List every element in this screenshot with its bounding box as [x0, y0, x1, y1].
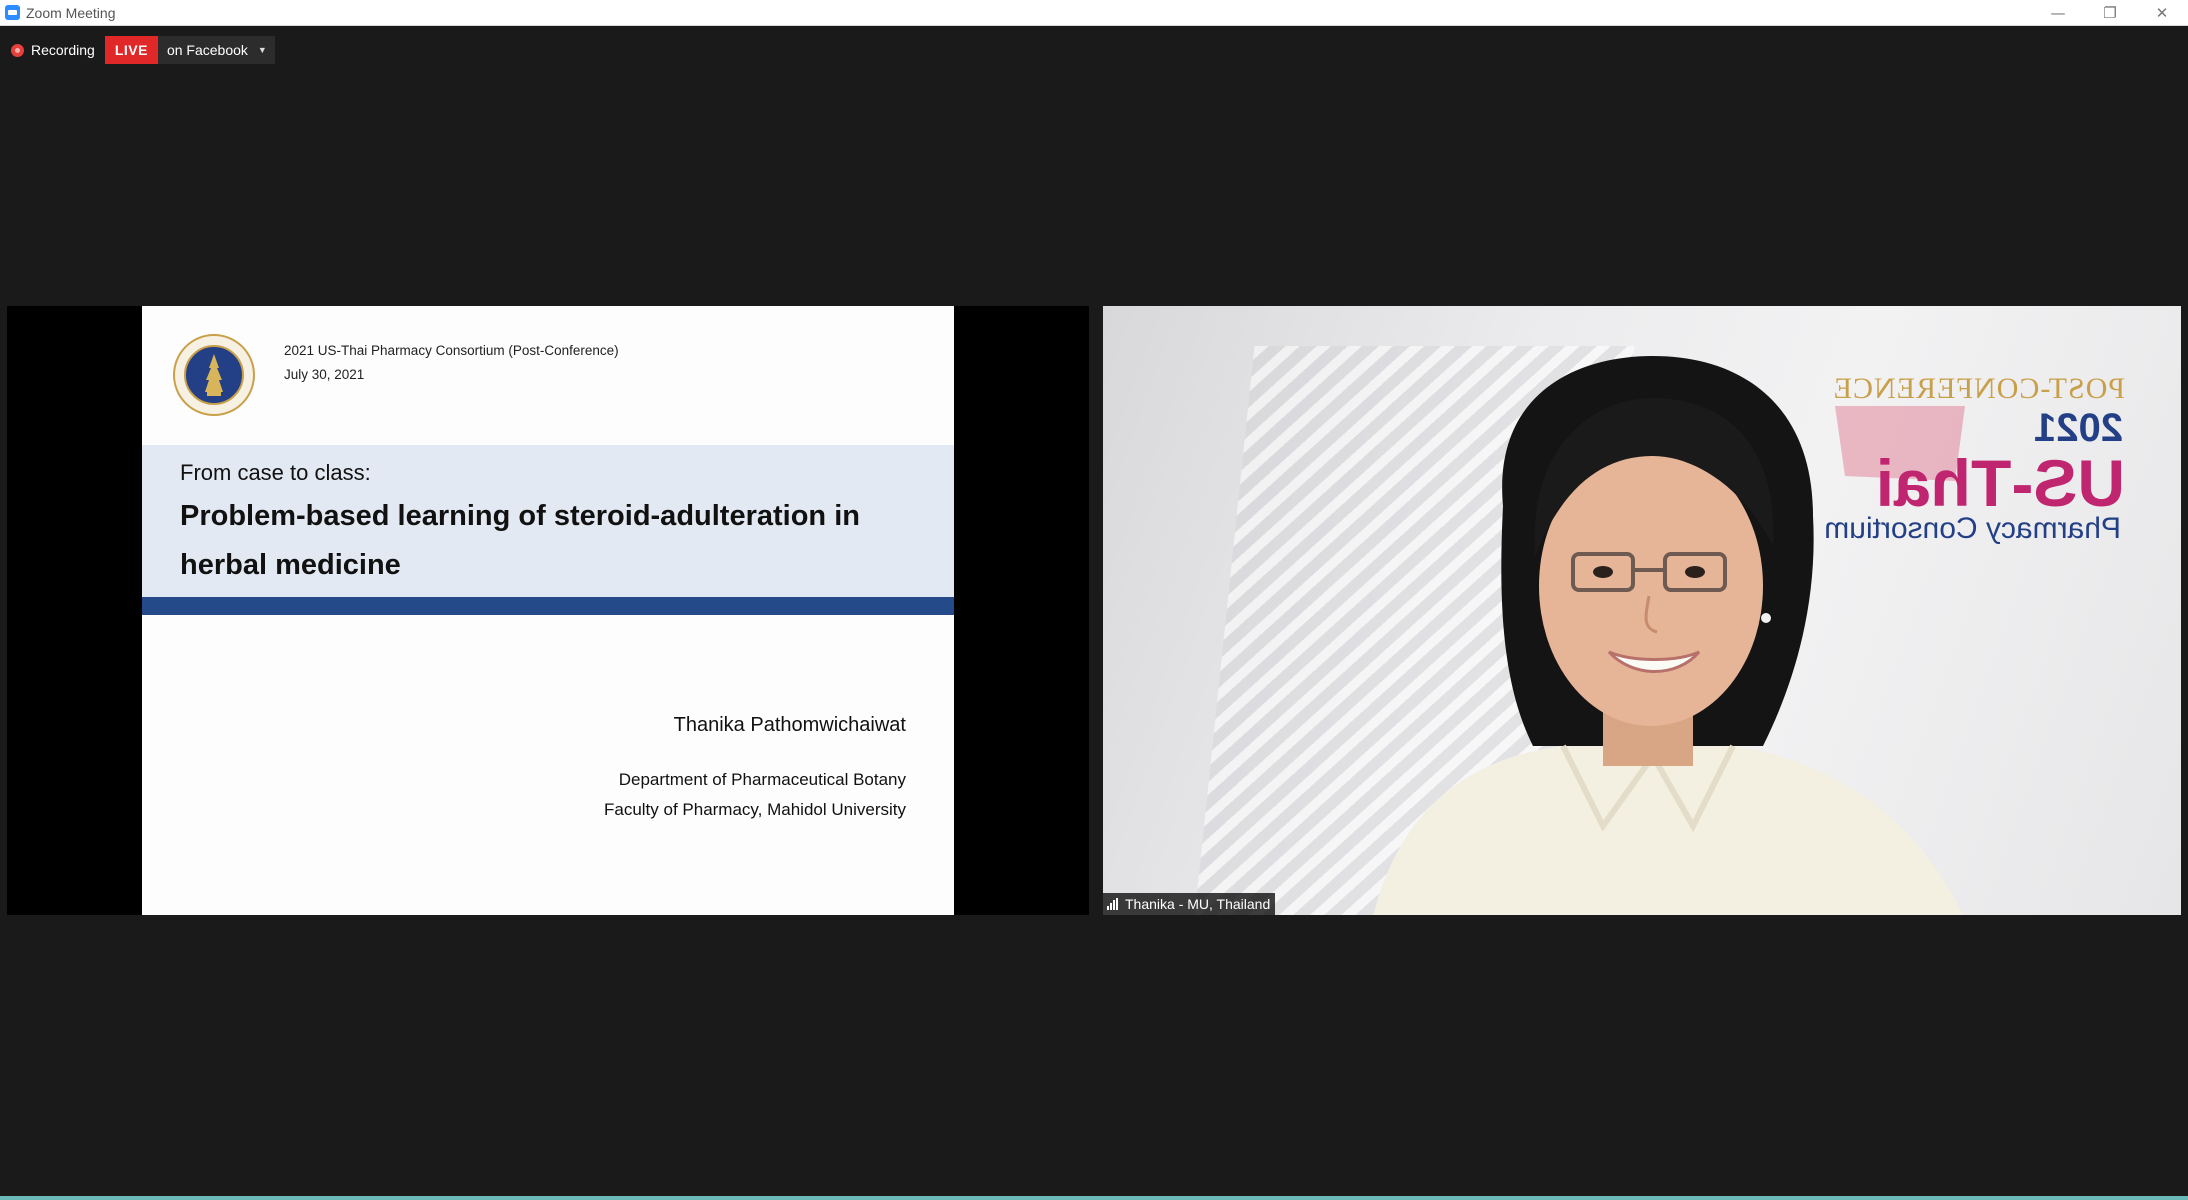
shared-screen-tile[interactable]: 2021 US-Thai Pharmacy Consortium (Post-C… [7, 306, 1089, 915]
title-divider [142, 597, 954, 615]
recording-dot-icon [11, 43, 24, 57]
slide-title-line: Problem-based learning of steroid-adulte… [180, 500, 860, 532]
participant-name-tag: Thanika - MU, Thailand [1103, 893, 1276, 915]
meeting-status-bar: Recording LIVE on Facebook ▼ [11, 36, 275, 64]
participant-name: Thanika - MU, Thailand [1125, 896, 1271, 912]
close-button[interactable]: ✕ [2136, 0, 2188, 25]
live-destination-dropdown[interactable]: on Facebook ▼ [157, 36, 275, 64]
slide-title: Problem-based learning of steroid-adulte… [180, 492, 920, 590]
slide-title-line: herbal medicine [180, 549, 401, 581]
presentation-slide: 2021 US-Thai Pharmacy Consortium (Post-C… [142, 306, 954, 915]
conference-name: 2021 US-Thai Pharmacy Consortium (Post-C… [284, 343, 619, 358]
window-bottom-accent [0, 1196, 2188, 1200]
slide-kicker: From case to class: [180, 460, 371, 485]
window-titlebar: Zoom Meeting — ❐ ✕ [0, 0, 2188, 26]
restore-button[interactable]: ❐ [2084, 0, 2136, 25]
recording-indicator[interactable]: Recording [11, 36, 95, 64]
presenter-name: Thanika Pathomwichaiwat [673, 714, 906, 736]
connection-signal-icon [1107, 898, 1119, 910]
presenter-department: Department of Pharmaceutical Botany [618, 770, 906, 789]
svg-text:2021: 2021 [2034, 406, 2123, 450]
recording-label: Recording [31, 42, 95, 58]
live-destination-label: on Facebook [166, 42, 248, 58]
participant-video-image [1373, 356, 1963, 915]
window-title: Zoom Meeting [26, 4, 116, 21]
live-badge: LIVE [104, 36, 158, 64]
zoom-app-icon [5, 5, 20, 20]
chevron-down-icon: ▼ [257, 45, 267, 55]
university-seal-icon [173, 334, 255, 416]
presenter-faculty: Faculty of Pharmacy, Mahidol University [603, 800, 906, 819]
conference-date: July 30, 2021 [284, 367, 365, 382]
participant-video-tile[interactable]: POST-CONFERENCE 2021 US-Thai Pharmacy Co… [1103, 306, 2181, 915]
window-controls: — ❐ ✕ [2032, 0, 2188, 25]
slide-header: 2021 US-Thai Pharmacy Consortium (Post-C… [284, 339, 619, 387]
minimize-button[interactable]: — [2032, 0, 2084, 25]
